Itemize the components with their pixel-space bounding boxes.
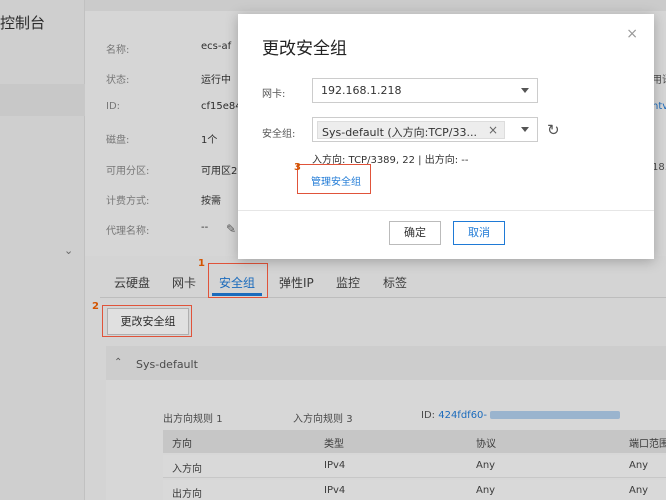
annotation-box-tab [208, 263, 268, 298]
dialog-title: 更改安全组 [262, 39, 347, 59]
close-icon[interactable]: × [626, 26, 638, 42]
annotation-step-3: 3 [294, 162, 301, 173]
chevron-down-icon [521, 88, 529, 93]
chevron-down-icon [521, 127, 529, 132]
annotation-step-1: 1 [198, 258, 205, 269]
manage-security-group-link[interactable]: 管理安全组 [297, 164, 371, 194]
security-group-label: 安全组: [262, 129, 296, 140]
annotation-box-button [102, 305, 192, 337]
annotation-step-2: 2 [92, 301, 99, 312]
dialog-footer-divider [238, 210, 654, 211]
manage-security-group-label: 管理安全组 [311, 177, 361, 188]
nic-select-value: 192.168.1.218 [321, 84, 402, 97]
selected-security-group-tag: Sys-default (入方向:TCP/33... × [317, 121, 505, 139]
cancel-button[interactable]: 取消 [453, 221, 505, 245]
remove-tag-icon[interactable]: × [488, 123, 498, 137]
confirm-button[interactable]: 确定 [389, 221, 441, 245]
refresh-icon[interactable]: ↻ [547, 121, 560, 139]
change-security-group-dialog: 更改安全组 × 网卡: 192.168.1.218 安全组: Sys-defau… [238, 14, 654, 259]
nic-label: 网卡: [262, 89, 286, 100]
security-group-select[interactable]: Sys-default (入方向:TCP/33... × [312, 117, 538, 142]
selected-security-group-text: Sys-default (入方向:TCP/33... [322, 126, 477, 139]
nic-select[interactable]: 192.168.1.218 [312, 78, 538, 103]
